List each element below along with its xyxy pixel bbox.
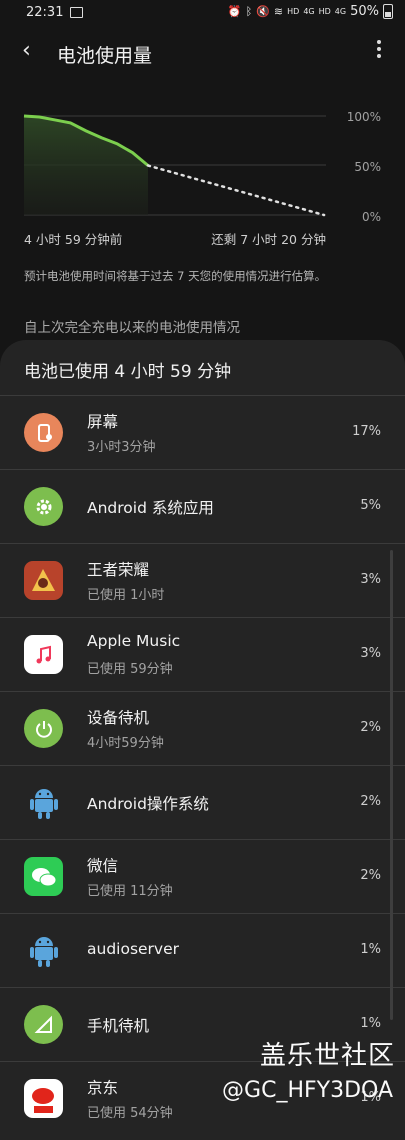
- gear-icon: [24, 487, 63, 526]
- app-name: Android 系统应用: [87, 499, 214, 517]
- app-bar: ‹ 电池使用量: [0, 30, 405, 74]
- app-usage-time: 已使用 54分钟: [87, 1106, 173, 1121]
- screen-icon: [24, 413, 63, 452]
- y-tick-0: 0%: [362, 210, 381, 224]
- gallery-notification-icon: [70, 7, 83, 18]
- app-usage-percent: 1%: [360, 942, 381, 957]
- battery-prediction-line: [146, 164, 326, 217]
- status-right: ⏰ ᛒ 🔇 ≋ HD 4G HD 4G 50%: [228, 4, 393, 19]
- jd-icon: [24, 1079, 63, 1118]
- alarm-icon: ⏰: [227, 5, 242, 18]
- network-4g-1: 4G: [303, 7, 315, 16]
- app-usage-row[interactable]: 微信已使用 11分钟 2%: [0, 839, 405, 913]
- battery-chart: 100% 50% 0%: [23, 110, 381, 224]
- app-usage-time: 已使用 1小时: [87, 588, 165, 603]
- app-name: 微信: [87, 857, 119, 875]
- app-usage-time: 已使用 11分钟: [87, 884, 173, 899]
- app-name: 手机待机: [87, 1017, 150, 1035]
- mute-icon: 🔇: [256, 5, 270, 18]
- app-usage-percent: 2%: [360, 720, 381, 735]
- app-name: Apple Music: [87, 632, 181, 650]
- app-usage-row[interactable]: 屏幕 3小时3分钟 17%: [0, 395, 405, 469]
- section-header: 自上次完全充电以来的电池使用情况: [24, 320, 240, 336]
- app-usage-percent: 5%: [360, 498, 381, 513]
- music-note-icon: [24, 635, 63, 674]
- watermark-line1: 盖乐世社区: [259, 1041, 395, 1071]
- wechat-icon: [24, 857, 63, 896]
- app-usage-row[interactable]: Apple Music 已使用 59分钟 3%: [0, 617, 405, 691]
- app-name: 王者荣耀: [87, 561, 150, 579]
- status-time: 22:31: [26, 5, 64, 20]
- app-usage-time: 3小时3分钟: [87, 440, 156, 455]
- app-usage-percent: 2%: [360, 794, 381, 809]
- app-usage-row[interactable]: Android 系统应用 5%: [0, 469, 405, 543]
- signal-icon: [24, 1005, 63, 1044]
- app-name: Android操作系统: [87, 795, 209, 813]
- app-list: 屏幕 3小时3分钟 17% Android 系统应用 5% 王者荣耀 已使用 1小时 3% Ap…: [0, 395, 405, 1135]
- app-usage-percent: 3%: [360, 572, 381, 587]
- more-options-icon[interactable]: [377, 40, 381, 61]
- watermark-line2: @GC_HFY3DOA: [222, 1078, 393, 1103]
- power-icon: [24, 709, 63, 748]
- battery-percent: 50%: [350, 4, 379, 19]
- app-usage-row[interactable]: 设备待机 4小时59分钟 2%: [0, 691, 405, 765]
- app-name: 设备待机: [87, 709, 150, 727]
- app-usage-time: 4小时59分钟: [87, 736, 164, 751]
- hd-label-1: HD: [287, 7, 300, 16]
- app-name: audioserver: [87, 940, 180, 958]
- app-usage-percent: 17%: [352, 424, 381, 439]
- estimate-note: 预计电池使用时间将基于过去 7 天您的使用情况进行估算。: [24, 269, 327, 283]
- chart-end-label: 还剩 7 小时 20 分钟: [211, 232, 326, 247]
- battery-icon: [383, 4, 393, 19]
- bluetooth-icon: ᛒ: [245, 5, 253, 18]
- y-tick-50: 50%: [354, 160, 381, 174]
- status-bar: 22:31 ⏰ ᛒ 🔇 ≋ HD 4G HD 4G 50%: [0, 0, 405, 26]
- app-usage-row[interactable]: audioserver 1%: [0, 913, 405, 987]
- chart-start-label: 4 小时 59 分钟前: [24, 232, 123, 247]
- app-usage-percent: 1%: [360, 1016, 381, 1031]
- app-usage-row[interactable]: 王者荣耀已使用 1小时 3%: [0, 543, 405, 617]
- back-arrow-icon[interactable]: ‹: [22, 38, 31, 63]
- android-icon: [24, 783, 63, 822]
- usage-title: 电池已使用 4 小时 59 分钟: [24, 362, 232, 382]
- app-usage-row[interactable]: Android操作系统 2%: [0, 765, 405, 839]
- app-usage-percent: 3%: [360, 646, 381, 661]
- game-icon: [24, 561, 63, 600]
- hd-label-2: HD: [318, 7, 331, 16]
- page-title: 电池使用量: [57, 45, 153, 67]
- app-name: 京东: [87, 1079, 119, 1097]
- app-name: 屏幕: [87, 413, 119, 431]
- network-4g-2: 4G: [334, 7, 347, 16]
- y-tick-100: 100%: [347, 110, 381, 124]
- android-icon: [24, 931, 63, 970]
- app-usage-percent: 2%: [360, 868, 381, 883]
- app-usage-time: 已使用 59分钟: [87, 662, 173, 677]
- usage-panel: 电池已使用 4 小时 59 分钟 屏幕 3小时3分钟 17% Android 系统应用…: [0, 340, 405, 1140]
- wifi-icon: ≋: [273, 5, 284, 18]
- scrollbar[interactable]: [390, 550, 393, 1020]
